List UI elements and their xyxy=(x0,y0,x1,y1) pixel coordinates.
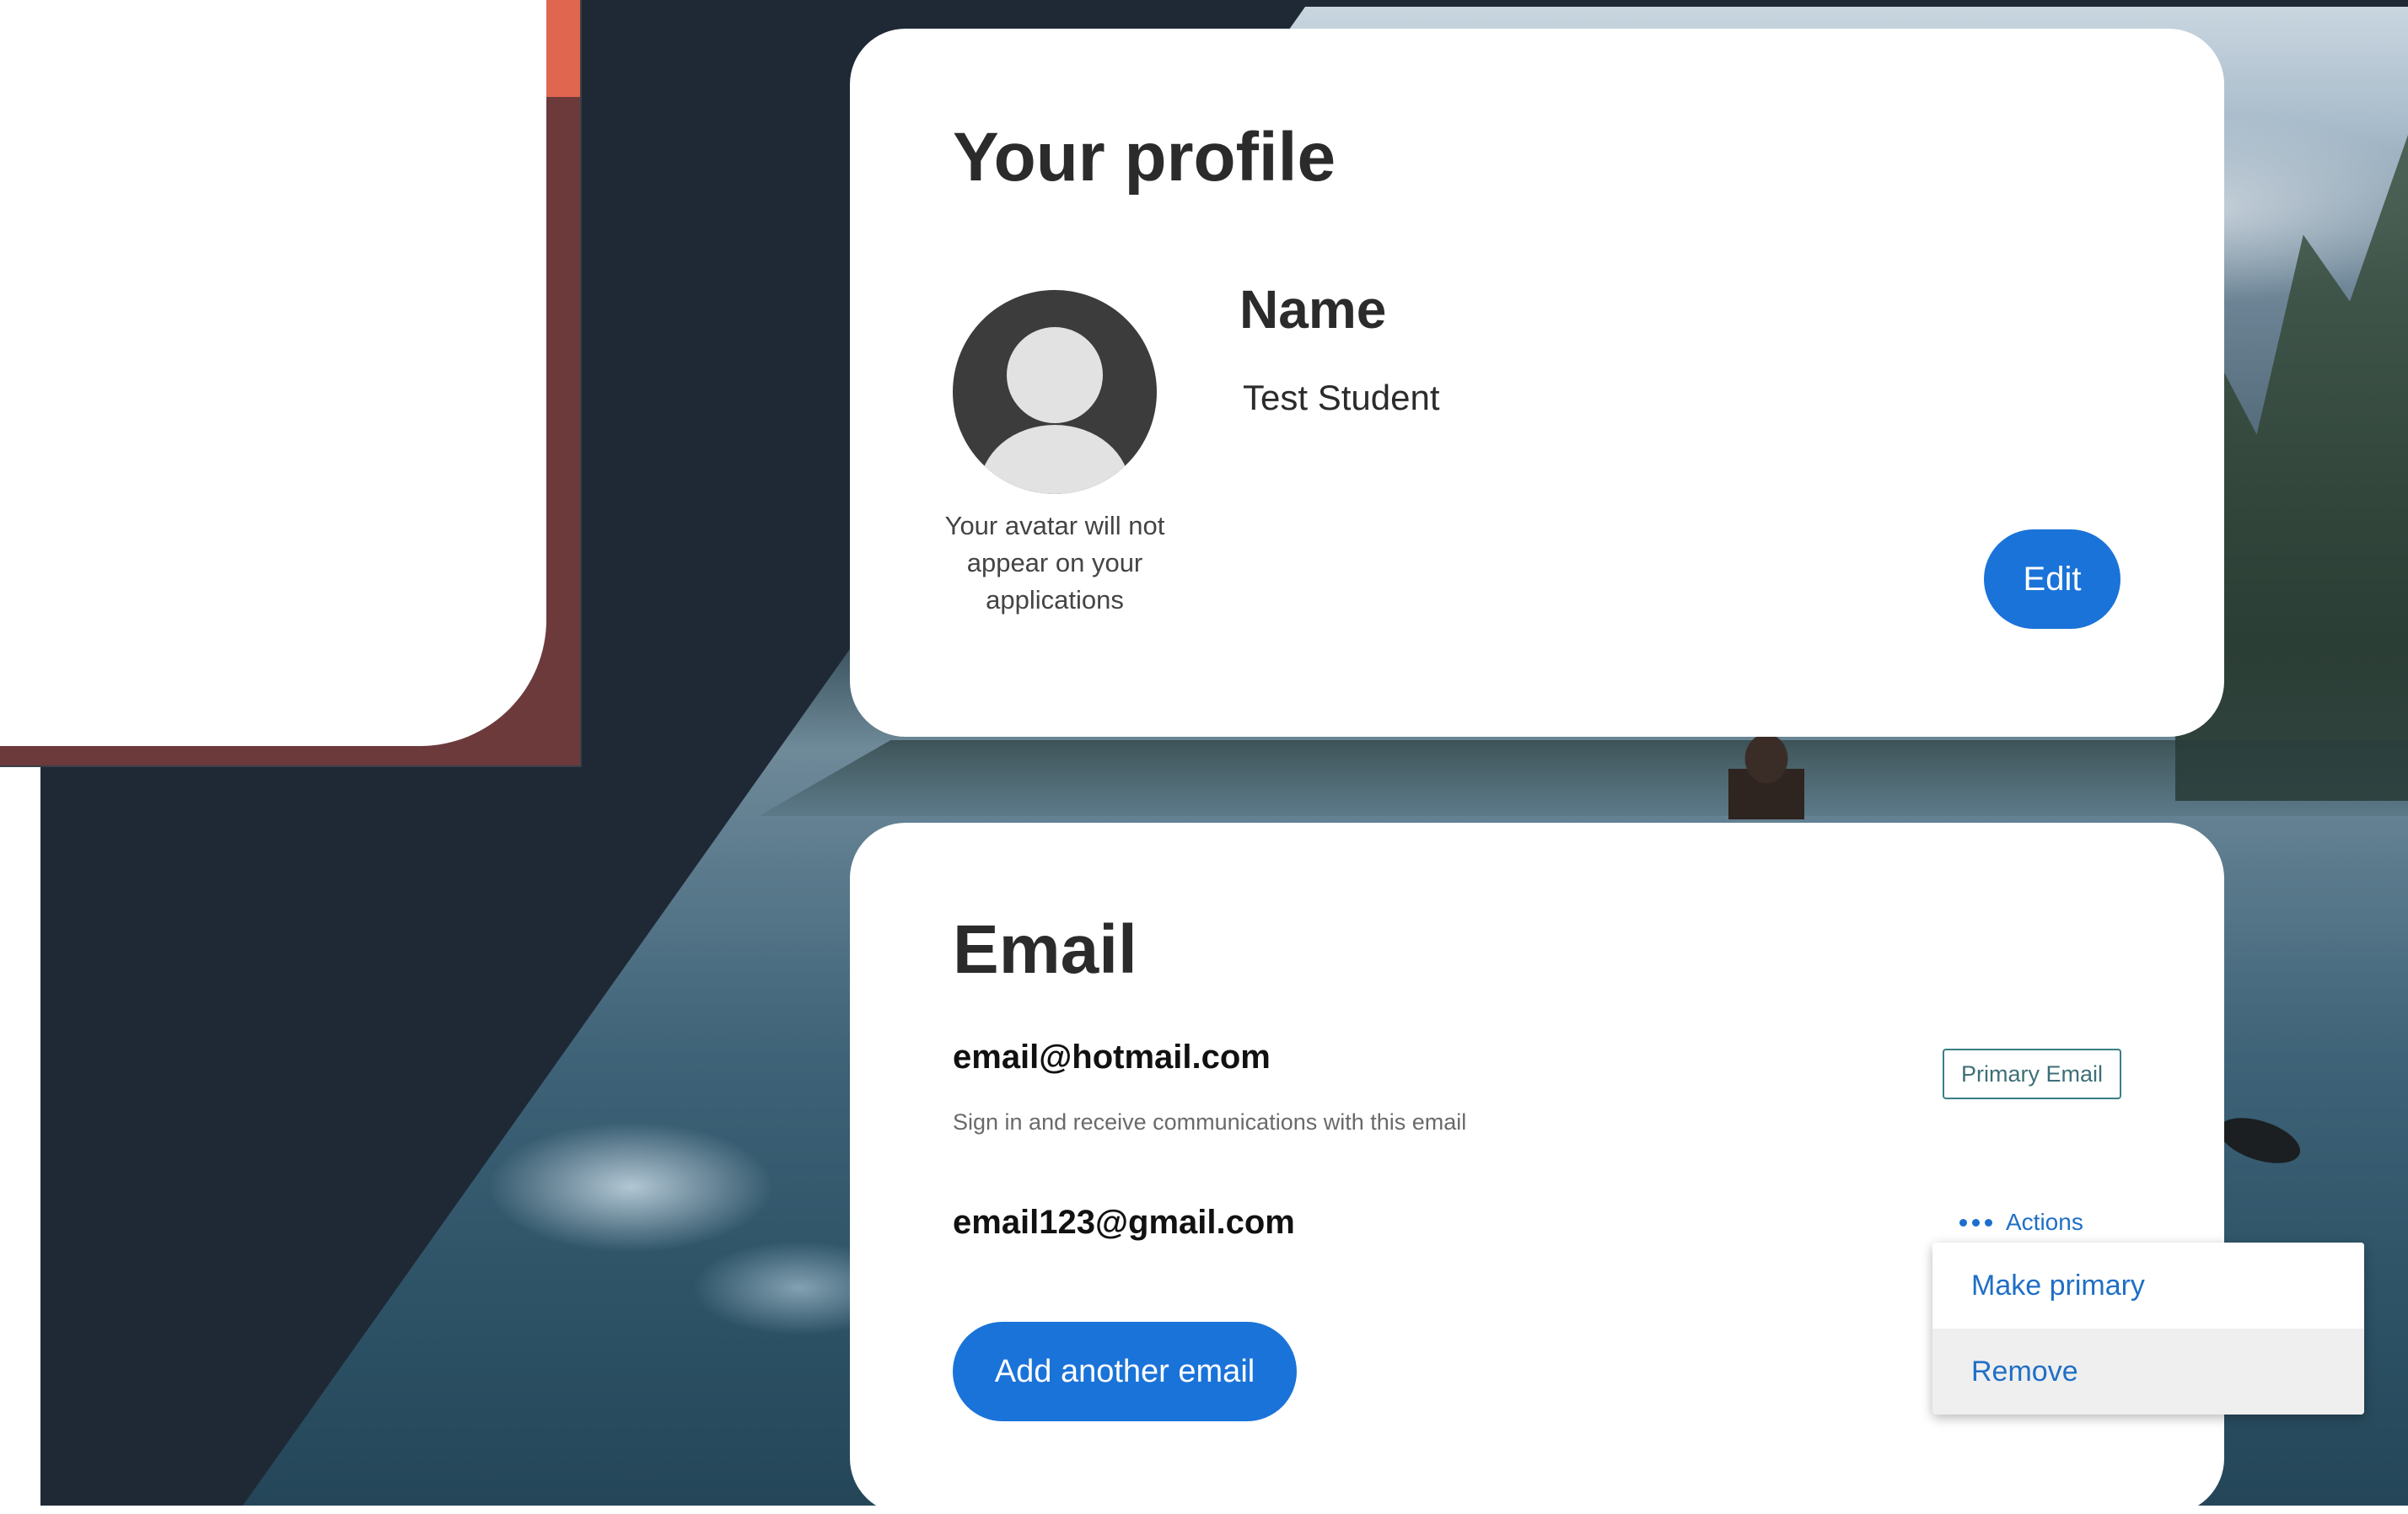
avatar-note: Your avatar will not appear on your appl… xyxy=(944,511,1165,615)
actions-label: Actions xyxy=(2006,1209,2083,1235)
primary-email-badge: Primary Email xyxy=(1943,1049,2121,1099)
email-address-primary: email@hotmail.com xyxy=(953,1039,1271,1076)
background-person xyxy=(1728,735,1804,819)
profile-title: Your profile xyxy=(953,119,1336,196)
menu-item-make-primary[interactable]: Make primary xyxy=(1932,1243,2364,1329)
left-window xyxy=(0,0,582,767)
actions-button[interactable]: Actions xyxy=(1959,1197,2083,1248)
more-horizontal-dots-icon xyxy=(1959,1218,1992,1227)
left-window-panel xyxy=(0,0,546,746)
actions-dropdown-menu: Make primary Remove xyxy=(1932,1243,2364,1415)
menu-item-remove[interactable]: Remove xyxy=(1932,1329,2364,1415)
background-shoreline xyxy=(759,740,2408,816)
profile-card: Your profile Your avatar will not appear… xyxy=(850,29,2224,737)
add-email-button[interactable]: Add another email xyxy=(953,1322,1297,1421)
user-avatar-placeholder-icon xyxy=(953,290,1157,494)
email-description: Sign in and receive communications with … xyxy=(953,1109,1467,1135)
avatar-head xyxy=(1007,327,1103,423)
name-label: Name xyxy=(1239,279,1387,340)
email-address-secondary: email123@gmail.com xyxy=(953,1204,1295,1241)
name-value: Test Student xyxy=(1243,378,1440,417)
avatar-body xyxy=(980,425,1130,494)
edit-button[interactable]: Edit xyxy=(1984,529,2120,629)
left-window-accent-bar xyxy=(546,0,580,97)
email-title: Email xyxy=(953,911,1137,988)
